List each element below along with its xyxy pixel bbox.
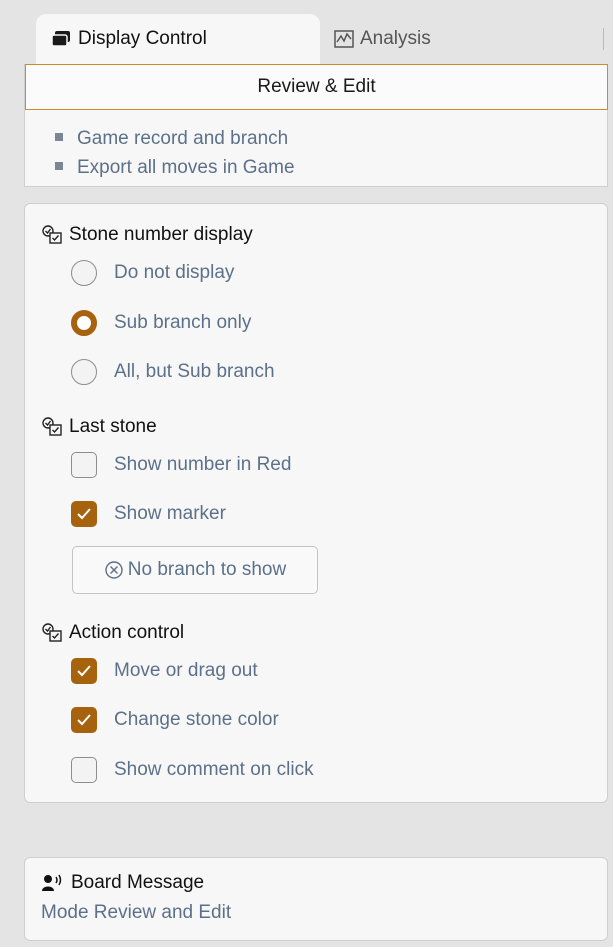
bullet-icon: [55, 132, 63, 141]
checkbox-change-color[interactable]: Change stone color: [71, 707, 279, 733]
link-list: Game record and branch Export all moves …: [55, 124, 295, 182]
review-edit-button[interactable]: Review & Edit: [25, 64, 608, 110]
checkbox[interactable]: [71, 757, 97, 783]
option-label: Show marker: [114, 503, 226, 524]
board-message-text: Mode Review and Edit: [41, 902, 232, 923]
option-label: Show comment on click: [114, 759, 314, 780]
checkbox[interactable]: [71, 452, 97, 478]
checklist-icon: [41, 224, 65, 246]
chart-icon: [334, 30, 354, 48]
section-last-stone: Last stone: [41, 416, 157, 438]
checkbox-checked[interactable]: [71, 707, 97, 733]
title-label: Board Message: [71, 872, 205, 893]
option-label: Move or drag out: [114, 660, 258, 681]
section-action-control: Action control: [41, 622, 184, 644]
checkmark-icon: [77, 665, 91, 677]
board-message-title: Board Message: [41, 872, 204, 894]
bullet-icon: [55, 161, 63, 170]
checkbox-move-drag[interactable]: Move or drag out: [71, 658, 258, 684]
section-title: Action control: [69, 622, 185, 643]
section-title: Stone number display: [69, 224, 253, 245]
tab-label: Display Control: [78, 28, 207, 49]
settings-panel: Stone number display Do not display Sub …: [24, 203, 608, 803]
checkbox-show-comment[interactable]: Show comment on click: [71, 757, 314, 783]
tab-bar: Display Control Analysis: [24, 14, 608, 64]
tab-display-control[interactable]: Display Control: [36, 14, 320, 64]
speaker-person-icon: [41, 873, 65, 893]
button-label: No branch to show: [127, 559, 287, 580]
link-label: Game record and branch: [77, 127, 289, 149]
board-message-panel: Board Message Mode Review and Edit: [24, 857, 608, 941]
option-label: Change stone color: [114, 709, 279, 730]
radio-button[interactable]: [71, 359, 97, 385]
stones-icon: [50, 30, 72, 48]
tab-divider: [603, 28, 604, 50]
checkbox-checked[interactable]: [71, 658, 97, 684]
option-label: Sub branch only: [114, 312, 252, 333]
section-stone-number: Stone number display: [41, 224, 253, 246]
checkbox-show-number-red[interactable]: Show number in Red: [71, 452, 291, 478]
checkbox-show-marker[interactable]: Show marker: [71, 501, 226, 527]
no-branch-button[interactable]: No branch to show: [72, 546, 318, 594]
checklist-icon: [41, 416, 65, 438]
display-control-panel: Review & Edit Game record and branch Exp…: [24, 64, 608, 187]
checkbox-checked[interactable]: [71, 501, 97, 527]
radio-all-but-sub-branch[interactable]: All, but Sub branch: [71, 359, 275, 385]
radio-sub-branch-only[interactable]: Sub branch only: [71, 310, 251, 336]
link-export-moves[interactable]: Export all moves in Game: [55, 153, 295, 182]
checklist-icon: [41, 622, 65, 644]
option-label: Do not display: [114, 262, 235, 283]
radio-button-selected[interactable]: [71, 310, 97, 336]
circle-x-icon: [104, 560, 124, 580]
checkmark-icon: [77, 714, 91, 726]
radio-button[interactable]: [71, 260, 97, 286]
option-label: Show number in Red: [114, 454, 292, 475]
tab-analysis[interactable]: Analysis: [334, 14, 431, 64]
tab-label: Analysis: [360, 28, 431, 49]
checkmark-icon: [77, 508, 91, 520]
radio-do-not-display[interactable]: Do not display: [71, 260, 234, 286]
link-label: Export all moves in Game: [77, 156, 295, 178]
section-title: Last stone: [69, 416, 157, 437]
link-game-record[interactable]: Game record and branch: [55, 124, 295, 153]
option-label: All, but Sub branch: [114, 361, 275, 382]
